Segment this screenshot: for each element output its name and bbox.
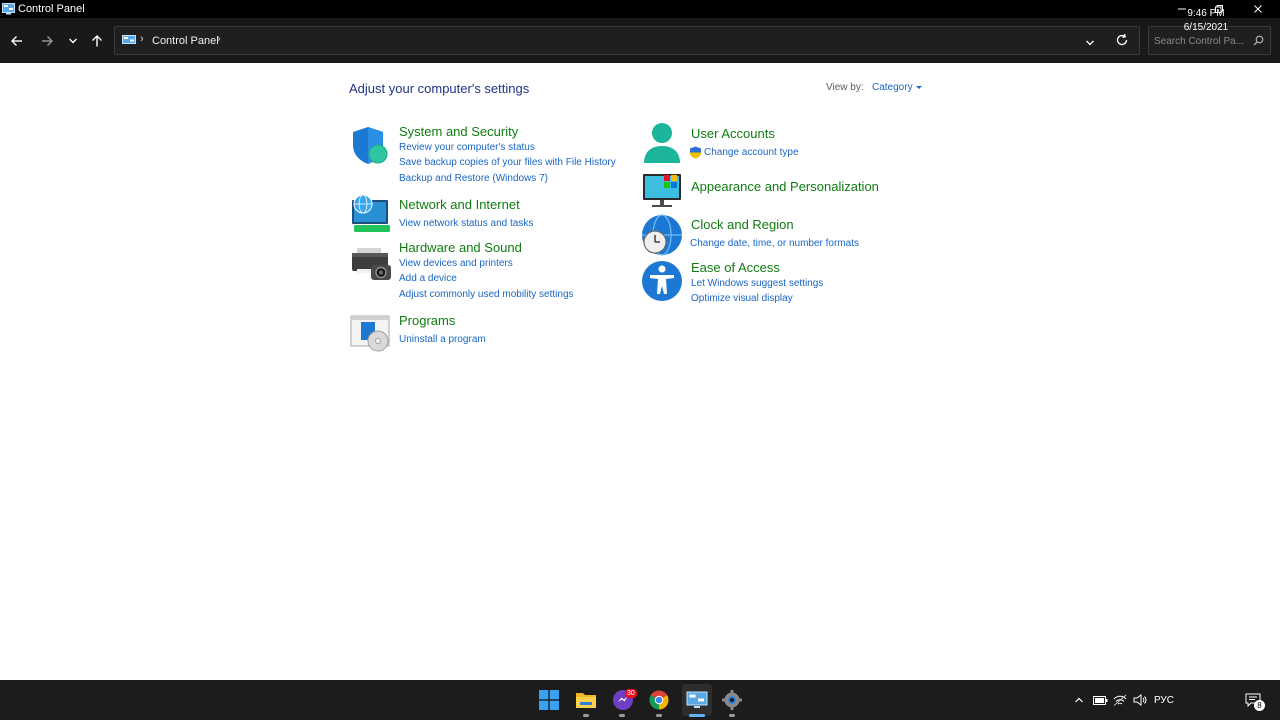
category-title-appearance[interactable]: Appearance and Personalization bbox=[691, 179, 879, 194]
chrome-icon bbox=[649, 690, 669, 710]
clock-date: 6/15/2021 bbox=[1183, 22, 1229, 33]
up-button[interactable] bbox=[86, 30, 108, 52]
link-network-status[interactable]: View network status and tasks bbox=[399, 218, 533, 229]
arrow-up-icon bbox=[92, 35, 102, 47]
close-icon bbox=[1254, 5, 1262, 13]
appearance-icon[interactable] bbox=[640, 170, 684, 214]
category-title-programs[interactable]: Programs bbox=[399, 313, 455, 328]
arrow-right-icon bbox=[42, 36, 53, 46]
wifi-icon bbox=[1113, 694, 1127, 706]
messenger-badge: 30 bbox=[625, 689, 637, 698]
programs-icon[interactable] bbox=[349, 313, 393, 357]
breadcrumb-control-panel[interactable]: Control Panel bbox=[152, 35, 219, 47]
link-mobility-settings[interactable]: Adjust commonly used mobility settings bbox=[399, 289, 574, 300]
chevron-up-icon bbox=[1075, 697, 1083, 703]
category-title-system-security[interactable]: System and Security bbox=[399, 124, 518, 139]
chevron-down-icon bbox=[69, 38, 77, 44]
network-tray-button[interactable] bbox=[1111, 680, 1129, 720]
link-add-device[interactable]: Add a device bbox=[399, 273, 457, 284]
taskbar-settings[interactable] bbox=[719, 687, 745, 713]
running-indicator bbox=[619, 714, 625, 717]
link-change-account-type[interactable]: Change account type bbox=[704, 147, 799, 158]
recent-locations-button[interactable] bbox=[62, 30, 84, 52]
running-indicator bbox=[729, 714, 735, 717]
view-by-value[interactable]: Category bbox=[872, 82, 913, 93]
category-title-hardware-sound[interactable]: Hardware and Sound bbox=[399, 240, 522, 255]
volume-button[interactable] bbox=[1131, 680, 1149, 720]
search-icon[interactable] bbox=[1253, 35, 1264, 46]
address-bar[interactable]: › Control Panel › bbox=[114, 26, 1140, 55]
forward-button[interactable] bbox=[36, 30, 58, 52]
speaker-icon bbox=[1133, 694, 1147, 706]
running-indicator bbox=[656, 714, 662, 717]
taskbar-chrome[interactable] bbox=[646, 687, 672, 713]
uac-shield-icon bbox=[690, 146, 701, 159]
close-button[interactable] bbox=[1240, 0, 1276, 18]
link-windows-suggest-settings[interactable]: Let Windows suggest settings bbox=[691, 278, 823, 289]
taskbar-control-panel[interactable] bbox=[682, 684, 712, 716]
link-date-time-formats[interactable]: Change date, time, or number formats bbox=[690, 238, 859, 249]
back-button[interactable] bbox=[6, 30, 28, 52]
title-bar: Control Panel bbox=[0, 0, 1280, 18]
control-panel-icon bbox=[122, 35, 136, 44]
clock-time: 9:46 PM bbox=[1187, 8, 1225, 19]
address-history-dropdown[interactable] bbox=[1085, 35, 1095, 53]
clock-globe-icon[interactable] bbox=[640, 213, 684, 257]
breadcrumb-separator-icon[interactable]: › bbox=[140, 33, 144, 45]
breadcrumb-separator-icon[interactable]: › bbox=[217, 33, 221, 45]
refresh-button[interactable] bbox=[1115, 33, 1129, 52]
active-indicator bbox=[689, 714, 705, 717]
window-title: Control Panel bbox=[18, 3, 85, 15]
battery-icon bbox=[1092, 695, 1107, 705]
search-input[interactable] bbox=[1154, 33, 1250, 49]
link-optimize-visual-display[interactable]: Optimize visual display bbox=[691, 293, 793, 304]
category-title-clock-region[interactable]: Clock and Region bbox=[691, 217, 794, 232]
taskbar-clock[interactable]: 9:46 PM 6/15/2021 bbox=[1180, 7, 1232, 35]
control-panel-app-icon bbox=[2, 3, 15, 15]
accessibility-icon[interactable] bbox=[640, 259, 684, 303]
view-by-label: View by: bbox=[826, 82, 864, 93]
battery-button[interactable] bbox=[1091, 680, 1109, 720]
category-title-network-internet[interactable]: Network and Internet bbox=[399, 197, 520, 212]
folder-icon bbox=[576, 693, 596, 708]
running-indicator bbox=[583, 714, 589, 717]
chevron-down-icon bbox=[1086, 40, 1094, 46]
network-icon[interactable] bbox=[349, 194, 393, 238]
taskbar bbox=[0, 680, 1280, 720]
category-title-user-accounts[interactable]: User Accounts bbox=[691, 126, 775, 141]
windows-start-icon bbox=[539, 690, 559, 710]
category-title-ease-of-access[interactable]: Ease of Access bbox=[691, 260, 780, 275]
caret-down-icon[interactable] bbox=[915, 85, 922, 89]
arrow-left-icon bbox=[11, 36, 22, 46]
input-language-indicator[interactable]: РУС bbox=[1152, 680, 1176, 720]
view-by-dropdown[interactable]: Category bbox=[872, 82, 922, 93]
show-hidden-icons-button[interactable] bbox=[1070, 680, 1088, 720]
refresh-icon bbox=[1116, 33, 1128, 46]
link-devices-printers[interactable]: View devices and printers bbox=[399, 258, 513, 269]
link-uninstall-program[interactable]: Uninstall a program bbox=[399, 334, 486, 345]
taskbar-file-explorer[interactable] bbox=[573, 687, 599, 713]
start-button[interactable] bbox=[536, 687, 562, 713]
printer-icon[interactable] bbox=[349, 244, 393, 288]
gear-icon bbox=[722, 690, 742, 710]
link-file-history[interactable]: Save backup copies of your files with Fi… bbox=[399, 157, 616, 168]
page-title: Adjust your computer's settings bbox=[349, 81, 530, 96]
control-panel-icon bbox=[686, 691, 708, 708]
notification-count-badge: 8 bbox=[1254, 700, 1265, 711]
navigation-bar: › Control Panel › bbox=[0, 18, 1280, 63]
link-review-status[interactable]: Review your computer's status bbox=[399, 142, 535, 153]
link-backup-restore[interactable]: Backup and Restore (Windows 7) bbox=[399, 173, 548, 184]
user-accounts-icon[interactable] bbox=[640, 122, 684, 166]
shield-icon[interactable] bbox=[349, 124, 393, 168]
